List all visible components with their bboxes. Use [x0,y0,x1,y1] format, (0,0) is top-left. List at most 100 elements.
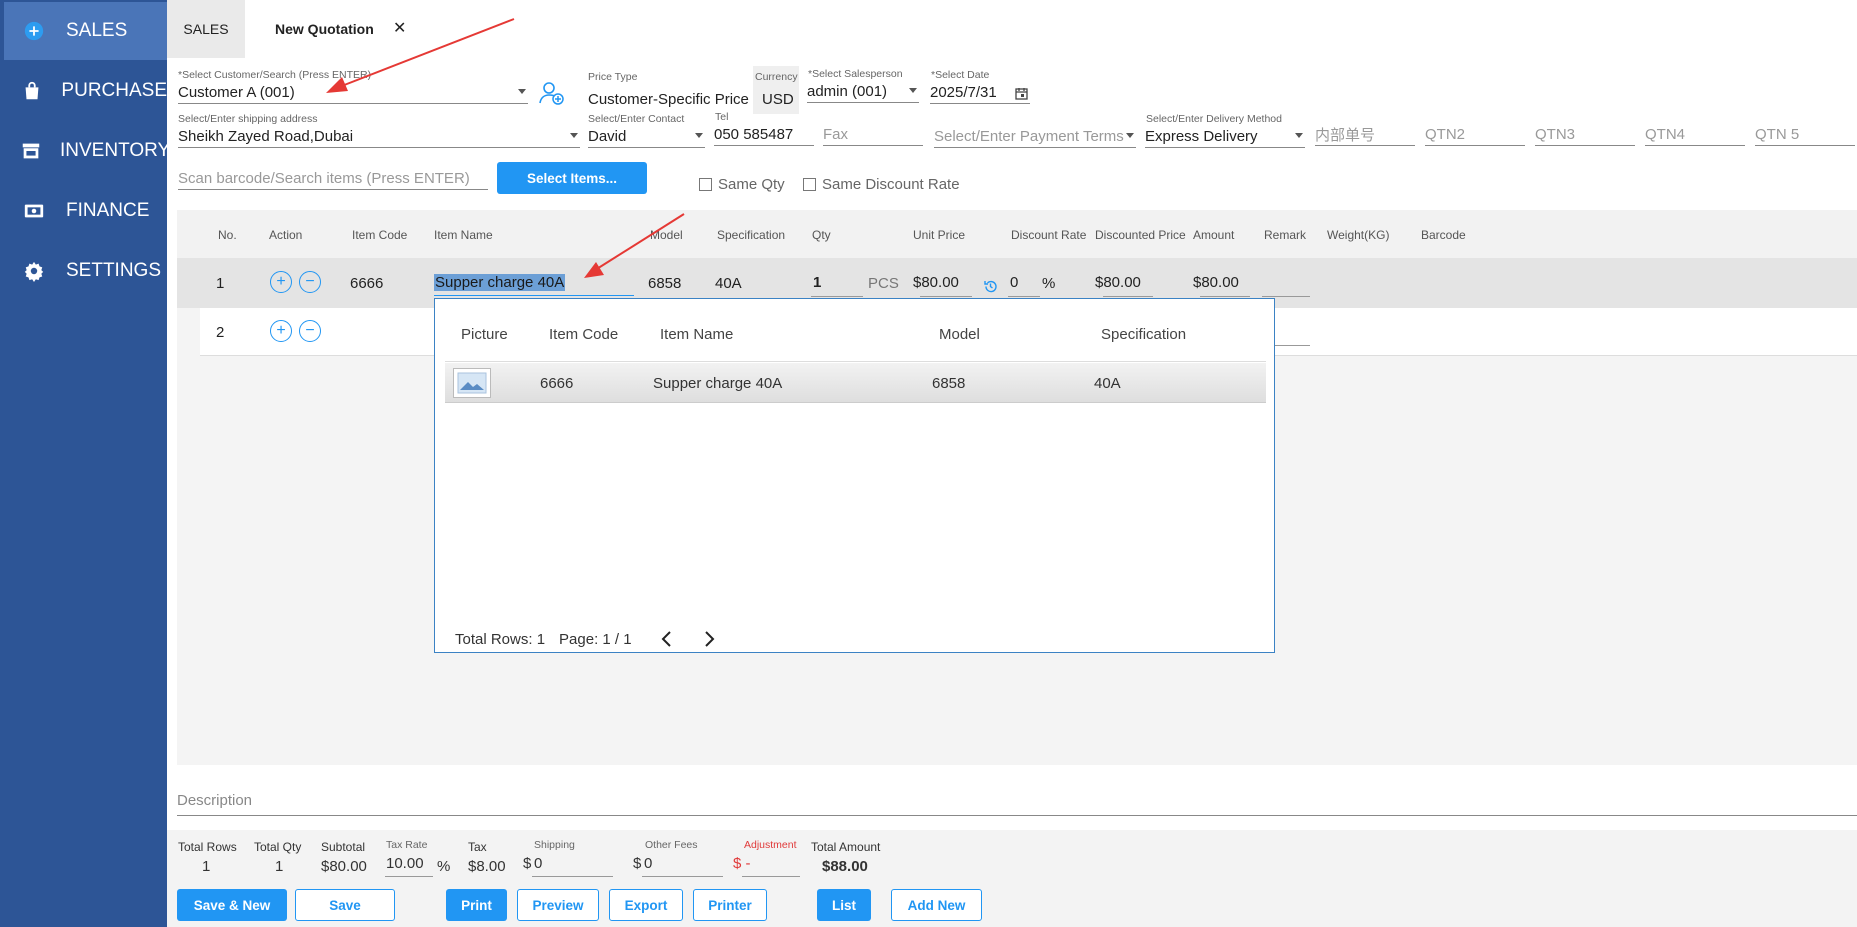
tax-value: $8.00 [468,858,506,875]
payment-terms-select[interactable]: Select/Enter Payment Terms [934,126,1136,148]
save-and-new-button[interactable]: Save & New [177,889,287,921]
tax-rate-percent: % [437,858,451,875]
other-fees-underline [642,876,723,877]
sidebar-item-purchase[interactable]: PURCHASE [4,62,167,119]
col-qty: Qty [812,228,831,242]
item-image-placeholder-icon [453,368,491,398]
currency-label: Currency [755,71,798,83]
qtn5-field[interactable]: QTN 5 [1755,124,1855,146]
item-name-underline [434,295,634,296]
col-specification: Specification [717,228,786,242]
remove-row-icon[interactable]: − [299,320,321,342]
tab-sales[interactable]: SALES [167,0,245,58]
subtotal-value: $80.00 [321,858,367,875]
total-qty-label: Total Qty [254,840,302,854]
total-amount-label: Total Amount [811,840,881,854]
col-item-name: Item Name [434,228,493,242]
other-fees-input[interactable]: 0 [644,855,652,872]
description-input[interactable]: Description [177,792,1857,816]
list-button[interactable]: List [817,889,871,921]
qty-input[interactable]: 1 [813,274,821,291]
shipping-address-select[interactable]: Sheikh Zayed Road,Dubai [178,126,580,148]
salesperson-select[interactable]: admin (001) [807,81,919,103]
delivery-method-value: Express Delivery [1145,128,1258,145]
add-customer-icon[interactable] [538,80,566,111]
salesperson-value: admin (001) [807,83,888,100]
sidebar-item-label: SETTINGS [66,259,162,281]
tab-new-quotation[interactable]: New Quotation [275,0,374,58]
export-button[interactable]: Export [609,889,683,921]
col-amount: Amount [1193,228,1235,242]
tel-label: Tel [715,111,729,123]
delivery-method-label: Select/Enter Delivery Method [1146,113,1282,125]
popup-result-row[interactable]: 6666 Supper charge 40A 6858 40A [445,363,1266,403]
same-qty-checkbox[interactable]: Same Qty [699,176,785,193]
store-icon [20,140,42,162]
scan-search-input[interactable]: Scan barcode/Search items (Press ENTER) [178,168,488,190]
add-new-button[interactable]: Add New [891,889,982,921]
add-row-icon[interactable]: + [270,271,292,293]
shipping-input[interactable]: 0 [534,855,542,872]
unit-price-input[interactable]: $80.00 [913,274,959,291]
adjustment-input[interactable]: $ - [733,855,751,872]
discounted-price-input[interactable]: $80.00 [1095,274,1141,291]
sidebar: SALES PURCHASE INVENTORY FINANCE SETTING… [0,0,170,927]
print-button[interactable]: Print [446,889,507,921]
sidebar-item-inventory[interactable]: INVENTORY [4,122,170,179]
popup-item-name: Supper charge 40A [653,375,783,392]
other-fees-currency: $ [633,855,642,872]
sidebar-item-settings[interactable]: SETTINGS [4,242,167,299]
contact-select[interactable]: David [588,126,705,148]
discount-input[interactable]: 0 [1010,274,1018,291]
fax-field[interactable]: Fax [823,124,923,146]
preview-button[interactable]: Preview [517,889,599,921]
save-button[interactable]: Save [295,889,395,921]
printer-button[interactable]: Printer [693,889,767,921]
sidebar-item-sales[interactable]: SALES [4,2,167,60]
amount-input[interactable]: $80.00 [1193,274,1239,291]
customer-value: Customer A (001) [178,84,295,101]
col-action: Action [269,228,303,242]
item-search-popup: Picture Item Code Item Name Model Specif… [434,298,1275,653]
col-model: Model [650,228,683,242]
unit-price-underline [920,296,972,297]
qtn2-field[interactable]: QTN2 [1425,124,1525,146]
popup-page: Page: 1 / 1 [559,630,632,648]
customer-select[interactable]: Customer A (001) [178,82,528,104]
amount-underline [1200,296,1250,297]
chevron-right-icon[interactable] [700,629,720,649]
select-items-button[interactable]: Select Items... [497,162,647,194]
chevron-left-icon[interactable] [656,629,676,649]
qtn3-field[interactable]: QTN3 [1535,124,1635,146]
add-row-icon[interactable]: + [270,320,292,342]
same-discount-checkbox[interactable]: Same Discount Rate [803,176,960,193]
remark-underline[interactable] [1262,296,1310,297]
customer-label: *Select Customer/Search (Press ENTER) [178,69,372,81]
item-name-input[interactable]: Supper charge 40A [434,274,566,291]
checkbox-box [803,178,816,191]
contact-label: Select/Enter Contact [588,113,685,125]
delivery-method-select[interactable]: Express Delivery [1145,126,1305,148]
date-label: *Select Date [931,69,990,81]
history-icon[interactable] [983,279,998,294]
sales-icon [20,20,48,42]
price-type-value: Customer-Specific Price [588,91,749,108]
remove-row-icon[interactable]: − [299,271,321,293]
discount-underline [1008,296,1040,297]
cash-icon [20,200,48,222]
tax-rate-input[interactable]: 10.00 [386,855,424,872]
checkbox-box [699,178,712,191]
popup-col-specification: Specification [1101,326,1187,343]
same-discount-label: Same Discount Rate [822,176,960,193]
sidebar-item-finance[interactable]: FINANCE [4,182,167,239]
salesperson-label: *Select Salesperson [808,68,903,80]
qtn4-field[interactable]: QTN4 [1645,124,1745,146]
date-picker[interactable]: 2025/7/31 [930,82,1030,104]
internal-number-field[interactable]: 内部单号 [1315,124,1415,146]
other-fees-label: Other Fees [645,839,698,851]
row-number: 1 [216,275,225,292]
close-tab-icon[interactable]: ✕ [393,18,406,38]
calendar-icon[interactable] [1015,87,1028,100]
tel-field[interactable]: 050 585487 [714,124,814,146]
adjustment-underline [742,876,800,877]
